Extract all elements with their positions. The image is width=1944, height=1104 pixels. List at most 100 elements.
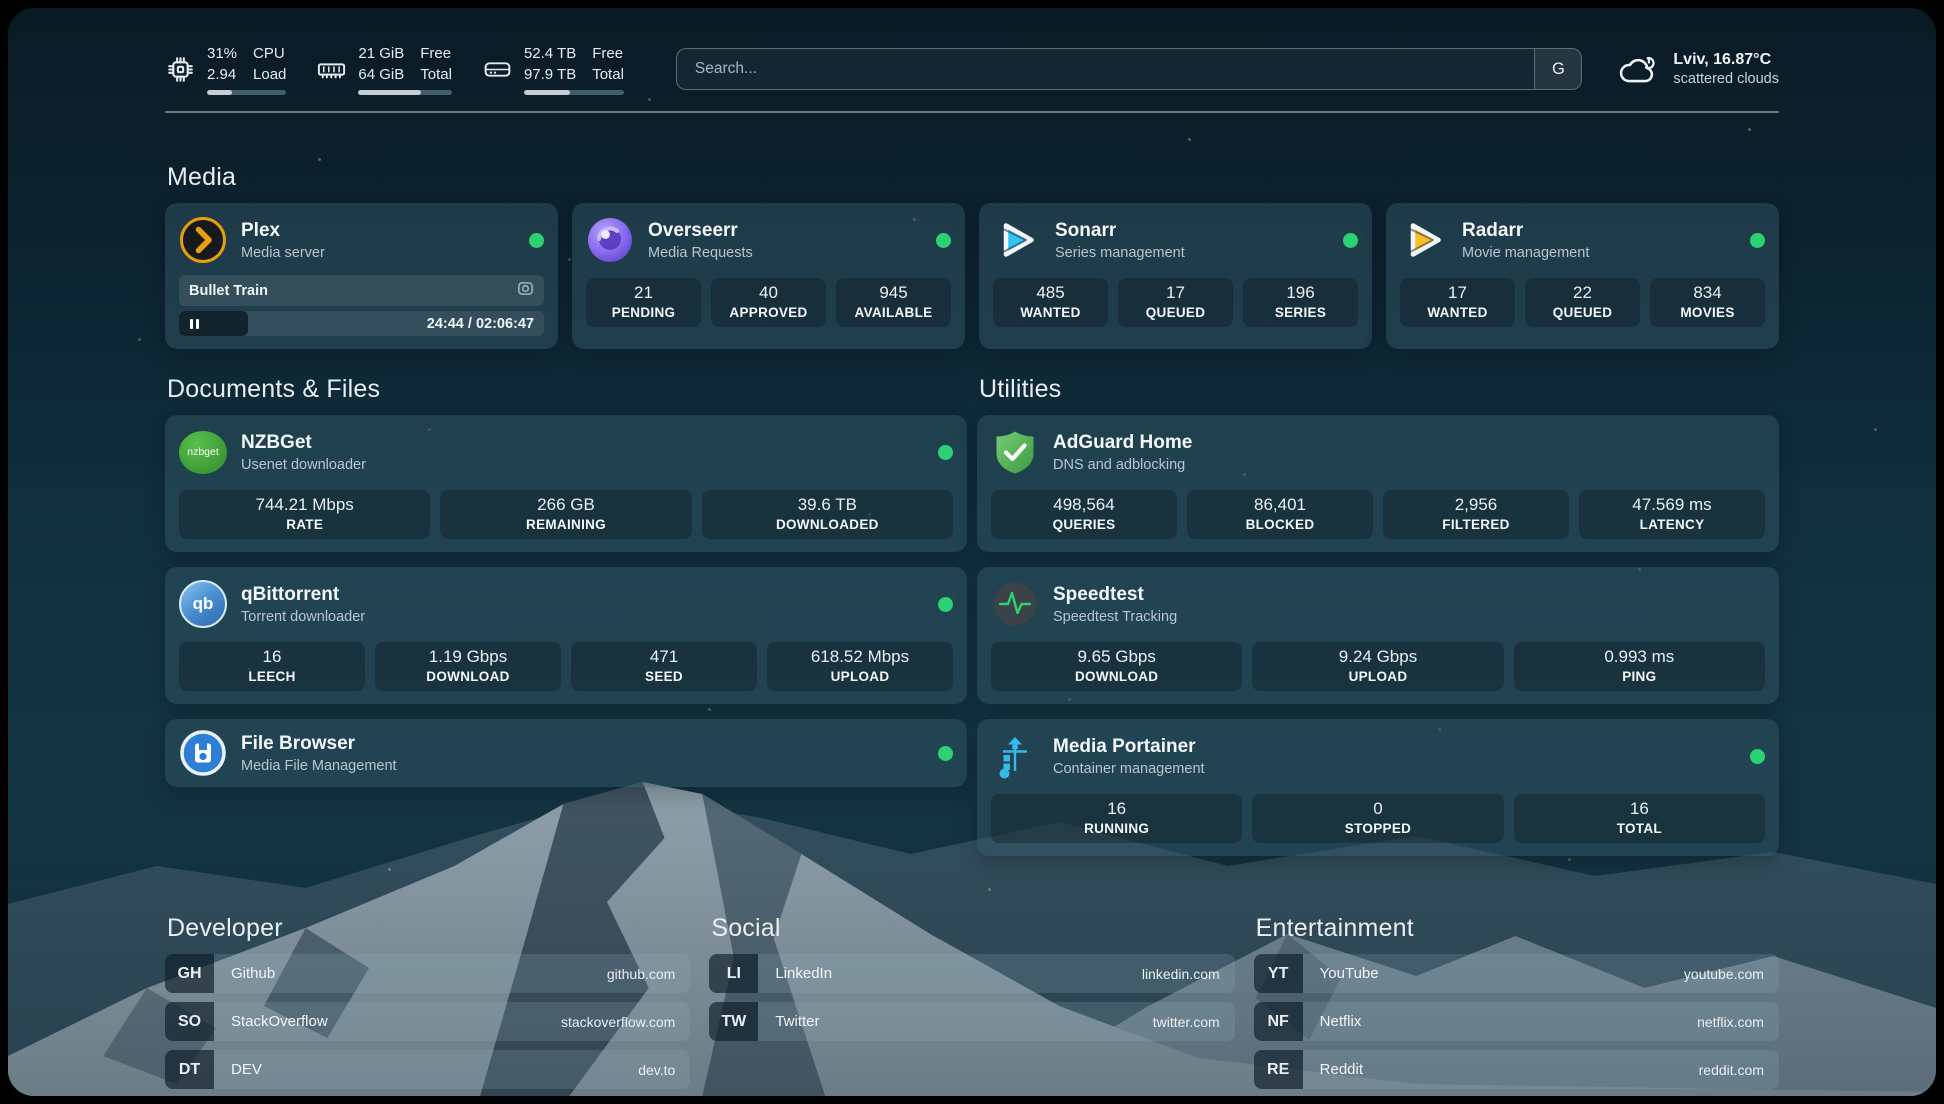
cpu-icon xyxy=(165,54,196,85)
service-subtitle: Torrent downloader xyxy=(241,609,365,625)
bookmark-url: twitter.com xyxy=(1153,1014,1220,1030)
service-name: Plex xyxy=(241,220,325,242)
cpu-label-bottom: Load xyxy=(253,64,286,85)
stat-wanted: 17 WANTED xyxy=(1400,278,1515,327)
bookmark-abbr: LI xyxy=(709,954,758,993)
qbittorrent-card[interactable]: qb qBittorrent Torrent downloader 16 xyxy=(165,567,967,704)
search-provider-button[interactable]: G xyxy=(1534,49,1581,89)
disk-labels: Free Total xyxy=(592,43,624,86)
utilities-section: Utilities xyxy=(977,375,1779,856)
memory-total: 64 GiB xyxy=(358,64,404,85)
bookmark-name: Netflix xyxy=(1320,1013,1362,1030)
developer-section-title: Developer xyxy=(167,914,690,943)
stat-remaining: 266 GB REMAINING xyxy=(440,490,691,539)
stat-pending: 21 PENDING xyxy=(586,278,701,327)
memory-labels: Free Total xyxy=(420,43,452,86)
cpu-load: 2.94 xyxy=(207,64,237,85)
bookmark-url: github.com xyxy=(607,966,675,982)
overseerr-icon xyxy=(586,216,634,264)
weather-condition: scattered clouds xyxy=(1673,71,1779,87)
stat-blocked: 86,401 BLOCKED xyxy=(1187,490,1373,539)
disk-free: 52.4 TB xyxy=(524,43,576,64)
utilities-section-title: Utilities xyxy=(979,375,1779,404)
playback-progress-bar: 24:44 / 02:06:47 xyxy=(179,311,544,336)
pause-icon xyxy=(190,319,199,329)
adguard-card[interactable]: AdGuard Home DNS and adblocking 498,564 … xyxy=(977,415,1779,552)
disk-icon xyxy=(482,54,513,85)
cpu-label-top: CPU xyxy=(253,43,286,64)
overseerr-card[interactable]: Overseerr Media Requests 21 PENDING 40 A… xyxy=(572,203,965,349)
service-name: File Browser xyxy=(241,733,397,755)
media-section-title: Media xyxy=(167,163,1779,192)
bookmark-abbr: YT xyxy=(1254,954,1303,993)
bookmark-name: Github xyxy=(231,965,275,982)
memory-widget: 21 GiB 64 GiB Free Total xyxy=(316,43,452,96)
memory-progress-bar xyxy=(358,90,452,95)
service-name: Overseerr xyxy=(648,220,753,242)
documents-section: Documents & Files nzbget NZBGet Usenet d… xyxy=(165,375,967,856)
bookmark-reddit[interactable]: RE Reddit reddit.com xyxy=(1254,1050,1779,1089)
portainer-card[interactable]: Media Portainer Container management 16 … xyxy=(977,719,1779,856)
stat-running: 16 RUNNING xyxy=(991,794,1242,843)
service-subtitle: Movie management xyxy=(1462,245,1589,261)
cpu-values: 31% 2.94 xyxy=(207,43,237,86)
bookmark-url: youtube.com xyxy=(1684,966,1764,982)
nzbget-card[interactable]: nzbget NZBGet Usenet downloader 744.21 M… xyxy=(165,415,967,552)
status-online-dot xyxy=(529,233,544,248)
qbittorrent-icon: qb xyxy=(179,580,227,628)
dashboard-screen: 31% 2.94 CPU Load xyxy=(8,8,1936,1096)
memory-free: 21 GiB xyxy=(358,43,404,64)
bookmark-github[interactable]: GH Github github.com xyxy=(165,954,690,993)
memory-icon xyxy=(316,54,347,85)
filebrowser-icon xyxy=(179,729,227,777)
stat-downloaded: 39.6 TB DOWNLOADED xyxy=(702,490,953,539)
plex-icon xyxy=(179,216,227,264)
speedtest-card[interactable]: Speedtest Speedtest Tracking 9.65 Gbps D… xyxy=(977,567,1779,704)
stat-seed: 471 SEED xyxy=(571,642,757,691)
cpu-percent: 31% xyxy=(207,43,237,64)
sonarr-card[interactable]: Sonarr Series management 485 WANTED 17 Q… xyxy=(979,203,1372,349)
bookmark-name: DEV xyxy=(231,1061,262,1078)
plex-card[interactable]: Plex Media server Bullet Train xyxy=(165,203,558,349)
bookmark-netflix[interactable]: NF Netflix netflix.com xyxy=(1254,1002,1779,1041)
service-name: Sonarr xyxy=(1055,220,1185,242)
bookmark-twitter[interactable]: TW Twitter twitter.com xyxy=(709,1002,1234,1041)
bookmark-abbr: TW xyxy=(709,1002,758,1041)
bookmark-name: LinkedIn xyxy=(775,965,832,982)
status-online-dot xyxy=(938,445,953,460)
playback-time: 24:44 / 02:06:47 xyxy=(427,316,534,332)
search-input[interactable] xyxy=(677,49,1535,89)
radarr-icon xyxy=(1400,216,1448,264)
stat-queued: 22 QUEUED xyxy=(1525,278,1640,327)
playback-progress-fill xyxy=(179,311,248,336)
stat-leech: 16 LEECH xyxy=(179,642,365,691)
bookmark-linkedin[interactable]: LI LinkedIn linkedin.com xyxy=(709,954,1234,993)
stat-download: 9.65 Gbps DOWNLOAD xyxy=(991,642,1242,691)
bookmark-stackoverflow[interactable]: SO StackOverflow stackoverflow.com xyxy=(165,1002,690,1041)
bookmark-name: Reddit xyxy=(1320,1061,1363,1078)
service-name: qBittorrent xyxy=(241,584,365,606)
media-section: Media Plex Media server xyxy=(165,163,1779,349)
bookmark-url: linkedin.com xyxy=(1142,966,1220,982)
bookmark-url: stackoverflow.com xyxy=(561,1014,675,1030)
service-subtitle: DNS and adblocking xyxy=(1053,457,1192,473)
status-online-dot xyxy=(1343,233,1358,248)
filebrowser-card[interactable]: File Browser Media File Management xyxy=(165,719,967,787)
developer-section: Developer GH Github github.com SO StackO… xyxy=(165,914,690,1096)
social-section: Social LI LinkedIn linkedin.com TW Twitt… xyxy=(709,914,1234,1096)
bookmark-youtube[interactable]: YT YouTube youtube.com xyxy=(1254,954,1779,993)
disk-label-bottom: Total xyxy=(592,64,624,85)
stat-download: 1.19 Gbps DOWNLOAD xyxy=(375,642,561,691)
service-name: Media Portainer xyxy=(1053,736,1205,758)
bookmark-dev[interactable]: DT DEV dev.to xyxy=(165,1050,690,1089)
radarr-card[interactable]: Radarr Movie management 17 WANTED 22 QUE… xyxy=(1386,203,1779,349)
adguard-icon xyxy=(991,428,1039,476)
stat-filtered: 2,956 FILTERED xyxy=(1383,490,1569,539)
social-section-title: Social xyxy=(711,914,1234,943)
bookmark-name: StackOverflow xyxy=(231,1013,328,1030)
bookmark-name: Twitter xyxy=(775,1013,819,1030)
disk-values: 52.4 TB 97.9 TB xyxy=(524,43,576,86)
speedtest-icon xyxy=(991,580,1039,628)
portainer-icon xyxy=(991,732,1039,780)
now-playing-title: Bullet Train xyxy=(189,283,268,299)
